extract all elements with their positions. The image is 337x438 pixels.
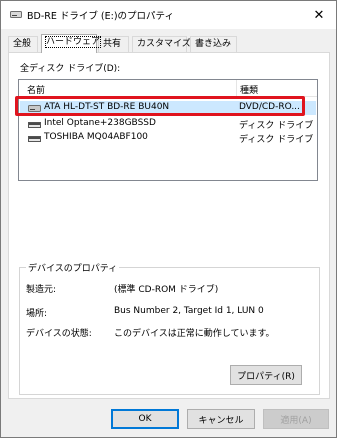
tab-customize[interactable]: カスタマイズ (132, 36, 191, 52)
drive-row-toshiba[interactable]: TOSHIBA MQ04ABF100 ディスク ドライブ (20, 131, 316, 145)
drive-row-intel-optane[interactable]: Intel Optane+238GBSSD ディスク ドライブ (20, 117, 316, 131)
location-value: Bus Number 2, Target Id 1, LUN 0 (114, 306, 264, 316)
optical-drive-icon (10, 11, 22, 18)
tab-write[interactable]: 書き込み (190, 36, 237, 52)
ok-button[interactable]: OK (111, 409, 179, 429)
tab-hardware[interactable]: ハードウェア (41, 34, 102, 53)
drive-type: ディスク ドライブ (239, 121, 314, 131)
device-status-value: このデバイスは正常に動作しています。 (114, 329, 275, 339)
tab-general-label: 全般 (13, 39, 32, 49)
tab-hardware-label: ハードウェア (44, 36, 102, 48)
apply-button: 適用(A) (263, 409, 329, 429)
column-divider[interactable] (236, 80, 237, 97)
manufacturer-label: 製造元: (26, 285, 57, 295)
disk-drive-icon (28, 136, 41, 142)
close-icon: ✕ (313, 7, 325, 23)
drive-name: TOSHIBA MQ04ABF100 (44, 132, 148, 142)
list-header: 名前 種類 (19, 80, 317, 97)
drive-list[interactable]: 名前 種類 ATA HL-DT-ST BD-RE BU40N DVD/CD-RO… (18, 79, 318, 181)
properties-dialog: BD-RE ドライブ (E:)のプロパティ ✕ 全般 ハードウェア 共有 カスタ… (0, 0, 337, 438)
location-label: 場所: (26, 309, 48, 319)
close-button[interactable]: ✕ (302, 1, 336, 29)
tab-sharing[interactable]: 共有 (98, 36, 129, 52)
all-drives-label: 全ディスク ドライブ(D): (20, 64, 121, 74)
tab-sharing-label: 共有 (103, 39, 122, 49)
tab-customize-label: カスタマイズ (137, 39, 191, 49)
disk-drive-icon (28, 122, 41, 128)
tab-write-label: 書き込み (195, 39, 232, 49)
selection-highlight-box (15, 96, 305, 116)
device-properties-title: デバイスのプロパティ (26, 261, 120, 274)
device-properties-group: デバイスのプロパティ 製造元: (標準 CD-ROM ドライブ) 場所: Bus… (19, 261, 320, 395)
drive-type: ディスク ドライブ (239, 135, 314, 145)
cancel-button[interactable]: キャンセル (187, 409, 255, 429)
drive-name: Intel Optane+238GBSSD (44, 118, 156, 128)
manufacturer-value: (標準 CD-ROM ドライブ) (114, 285, 219, 295)
window-title: BD-RE ドライブ (E:)のプロパティ (27, 11, 174, 22)
column-type-header[interactable]: 種類 (240, 83, 258, 96)
column-name-header[interactable]: 名前 (27, 83, 45, 96)
tab-general[interactable]: 全般 (8, 36, 38, 52)
properties-button[interactable]: プロパティ(R) (230, 365, 302, 385)
device-status-label: デバイスの状態: (26, 329, 92, 339)
title-bar[interactable]: BD-RE ドライブ (E:)のプロパティ ✕ (1, 1, 336, 29)
